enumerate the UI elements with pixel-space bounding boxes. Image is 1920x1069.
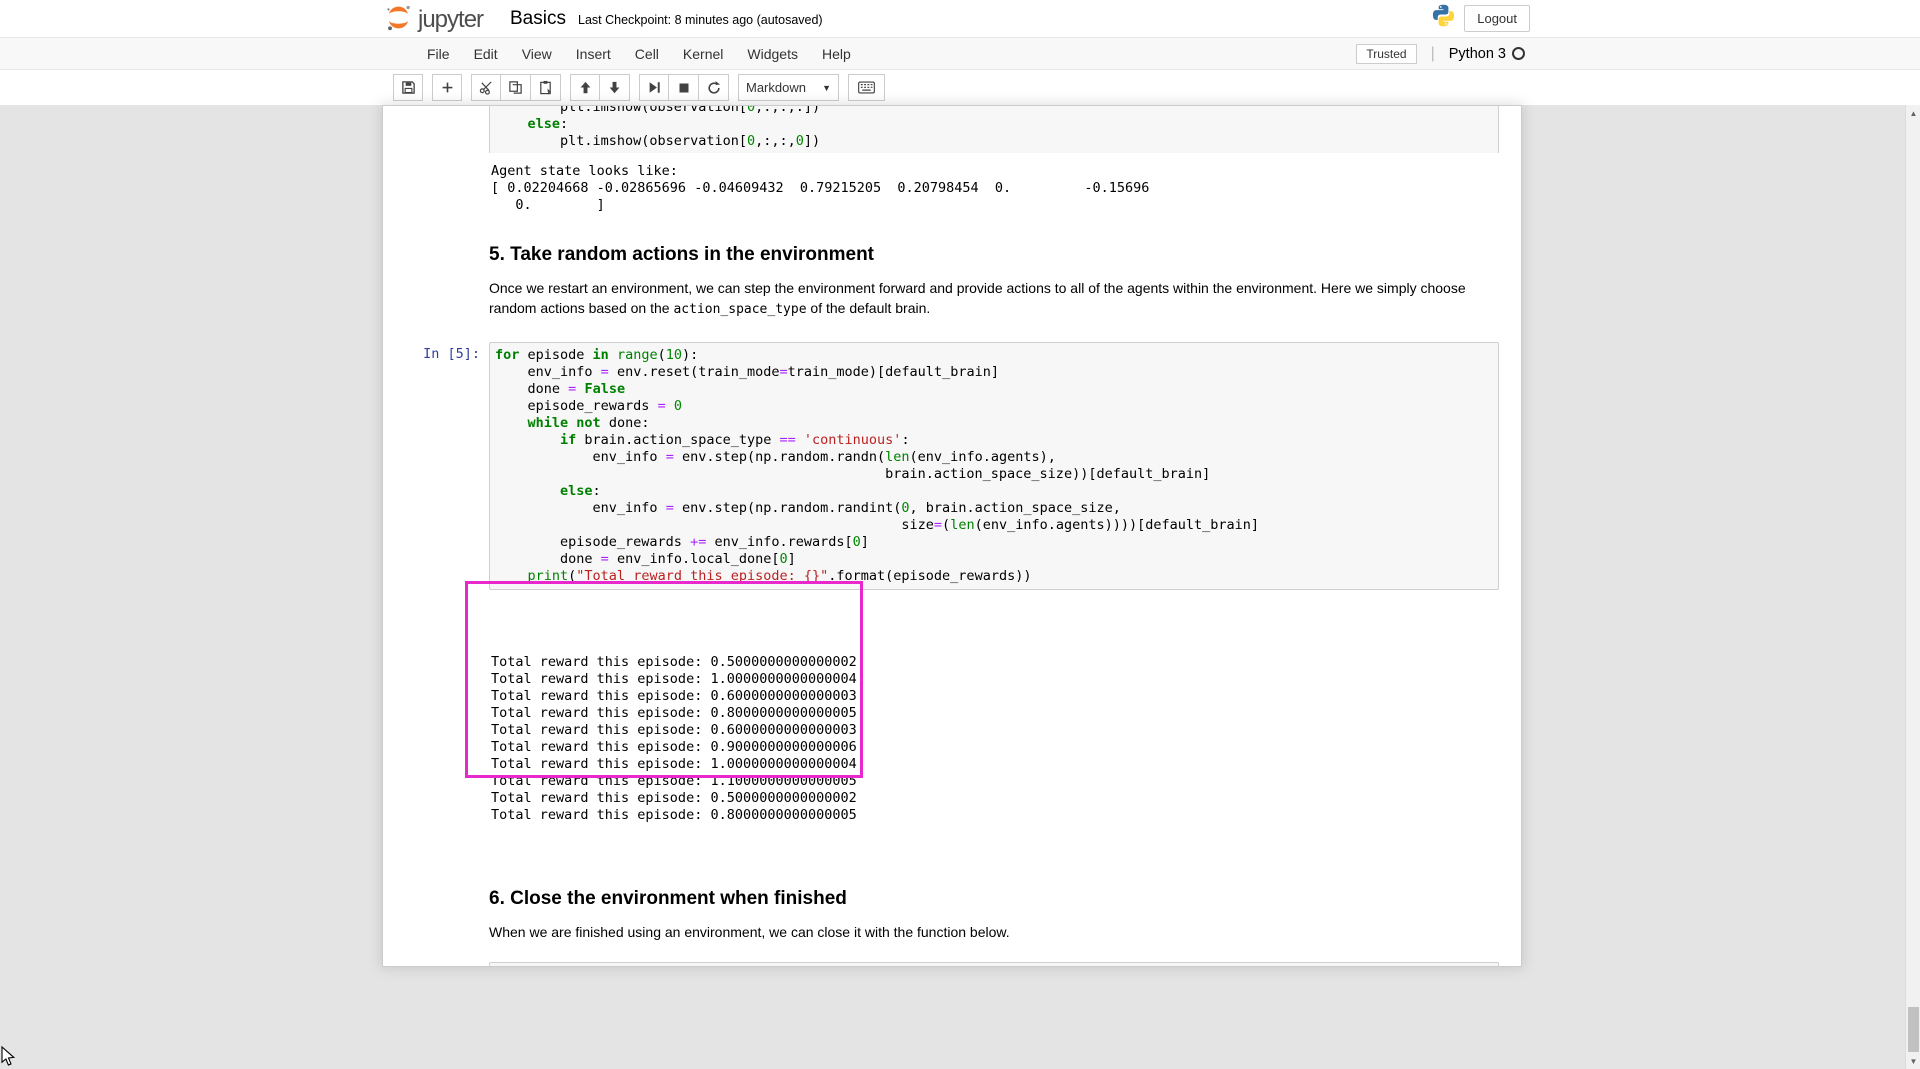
kernel-indicator: Python 3 <box>1449 46 1525 62</box>
stop-kernel-button[interactable] <box>669 74 699 101</box>
mouse-cursor-icon <box>1 1046 16 1069</box>
cell-type-select[interactable]: Markdown ▼ <box>738 74 839 101</box>
markdown-cell-5[interactable]: 5. Take random actions in the environmen… <box>489 244 1499 320</box>
copy-icon <box>508 80 523 95</box>
scrollbar-down-icon[interactable]: ▼ <box>1906 1053 1920 1069</box>
logout-button[interactable]: Logout <box>1464 5 1530 32</box>
arrow-down-icon <box>608 81 621 94</box>
save-button[interactable] <box>393 74 423 101</box>
move-cell-down-button[interactable] <box>600 74 630 101</box>
jupyter-wordmark: jupyter <box>418 6 483 34</box>
add-cell-button[interactable] <box>432 74 462 101</box>
restart-kernel-button[interactable] <box>699 74 729 101</box>
menu-edit[interactable]: Edit <box>462 39 510 69</box>
kernel-separator: | <box>1431 45 1435 63</box>
markdown-cell-6[interactable]: 6. Close the environment when finished W… <box>489 888 1499 942</box>
section-heading-5: 5. Take random actions in the environmen… <box>489 244 1499 266</box>
code-editor-in6[interactable]: env.close() <box>489 962 1499 967</box>
checkpoint-status: Last Checkpoint: 8 minutes ago (autosave… <box>578 13 823 27</box>
menu-insert[interactable]: Insert <box>564 39 623 69</box>
run-cell-button[interactable] <box>639 74 669 101</box>
output-text: Agent state looks like: [ 0.02204668 -0.… <box>489 163 1499 214</box>
menu-file[interactable]: File <box>415 39 462 69</box>
menu-bar: File Edit View Insert Cell Kernel Widget… <box>0 37 1920 70</box>
kernel-name: Python 3 <box>1449 46 1506 62</box>
scissors-icon <box>479 80 494 95</box>
scrollbar-thumb[interactable] <box>1908 1007 1919 1052</box>
top-bar: jupyter Basics Last Checkpoint: 8 minute… <box>0 0 1920 37</box>
copy-cell-button[interactable] <box>501 74 531 101</box>
menu-widgets[interactable]: Widgets <box>735 39 810 69</box>
menu-view[interactable]: View <box>510 39 564 69</box>
section-paragraph-6: When we are finished using an environmen… <box>489 922 1489 942</box>
jupyter-logo[interactable]: jupyter <box>385 4 483 36</box>
trusted-badge: Trusted <box>1356 44 1416 64</box>
vertical-scrollbar[interactable]: ▲ ▼ <box>1905 105 1920 1069</box>
section-paragraph-5: Once we restart an environment, we can s… <box>489 278 1489 320</box>
cell-in6: In [6]: env.close() <box>398 962 1499 967</box>
keyboard-icon <box>858 81 875 94</box>
menu-help[interactable]: Help <box>810 39 863 69</box>
scrollbar-up-icon[interactable]: ▲ <box>1906 105 1920 121</box>
python-logo-icon <box>1431 3 1456 33</box>
stop-icon <box>678 82 690 94</box>
arrow-up-icon <box>579 81 592 94</box>
save-icon <box>401 80 416 95</box>
plus-icon <box>441 81 454 94</box>
cell-in5: In [5]: for episode in range(10): env_in… <box>398 342 1499 590</box>
toolbar: Markdown ▼ <box>0 70 1920 105</box>
code-editor-partial[interactable]: plt.imshow(observation[0,:,:,:]) else: p… <box>489 106 1499 153</box>
notebook-title[interactable]: Basics <box>510 8 566 30</box>
jupyter-logo-icon <box>385 4 418 36</box>
restart-icon <box>707 81 721 95</box>
section-heading-6: 6. Close the environment when finished <box>489 888 1499 910</box>
cell-prompt-in5: In [5]: <box>398 342 489 590</box>
chevron-down-icon: ▼ <box>822 83 831 93</box>
cell-type-value: Markdown <box>746 80 806 95</box>
command-palette-button[interactable] <box>848 74 885 101</box>
kernel-idle-icon <box>1512 47 1525 60</box>
cell-output-rewards: Total reward this episode: 0.50000000000… <box>398 603 1499 858</box>
menu-cell[interactable]: Cell <box>623 39 671 69</box>
notebook-container: plt.imshow(observation[0,:,:,:]) else: p… <box>382 105 1522 967</box>
move-cell-up-button[interactable] <box>570 74 600 101</box>
cut-cell-button[interactable] <box>471 74 501 101</box>
cell-partial-top: plt.imshow(observation[0,:,:,:]) else: p… <box>398 106 1499 153</box>
code-editor-in5[interactable]: for episode in range(10): env_info = env… <box>489 342 1499 590</box>
clipboard-icon <box>538 80 553 95</box>
cell-output-agent-state: Agent state looks like: [ 0.02204668 -0.… <box>398 163 1499 214</box>
output-text: Total reward this episode: 0.50000000000… <box>491 654 1499 824</box>
run-icon <box>648 81 661 94</box>
cell-prompt-in6: In [6]: <box>398 962 489 967</box>
paste-cell-button[interactable] <box>531 74 561 101</box>
cell-prompt <box>398 106 489 153</box>
menu-kernel[interactable]: Kernel <box>671 39 735 69</box>
